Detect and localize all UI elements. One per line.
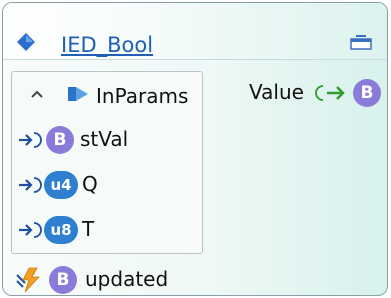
output-port-label: Value: [249, 80, 304, 104]
in-params-group: InParams B stVal u4 Q u8 T: [11, 71, 203, 254]
folder-input-icon: [68, 87, 88, 101]
output-arrow-icon[interactable]: [314, 83, 350, 103]
event-bool-type-badge: B: [49, 266, 77, 294]
node-header[interactable]: IED_Bool: [3, 3, 387, 60]
input-port-q[interactable]: u4 Q: [18, 170, 198, 200]
input-arrow-icon[interactable]: [18, 131, 48, 149]
input-port-label: Q: [82, 172, 98, 196]
uint8-type-badge: u8: [44, 216, 78, 244]
event-bolt-icon[interactable]: [15, 267, 43, 293]
in-params-header[interactable]: InParams: [12, 72, 202, 116]
uint4-type-badge: u4: [44, 171, 78, 199]
input-port-label: T: [82, 217, 95, 241]
output-bool-type-badge: B: [353, 79, 381, 107]
input-port-label: stVal: [80, 127, 129, 151]
event-port-updated[interactable]: B updated: [15, 265, 215, 295]
bool-type-badge: B: [46, 126, 74, 154]
node-title[interactable]: IED_Bool: [61, 33, 153, 57]
chevron-up-icon[interactable]: [30, 89, 44, 99]
event-port-label: updated: [85, 267, 169, 291]
input-port-stval[interactable]: B stVal: [18, 125, 198, 155]
input-port-t[interactable]: u8 T: [18, 215, 198, 245]
diamond-icon: [17, 33, 35, 51]
in-params-label: InParams: [96, 84, 189, 108]
function-block-node[interactable]: IED_Bool InParams B stVal u4 Q u8 T Valu…: [2, 2, 388, 296]
collapse-node-icon[interactable]: [348, 33, 374, 53]
